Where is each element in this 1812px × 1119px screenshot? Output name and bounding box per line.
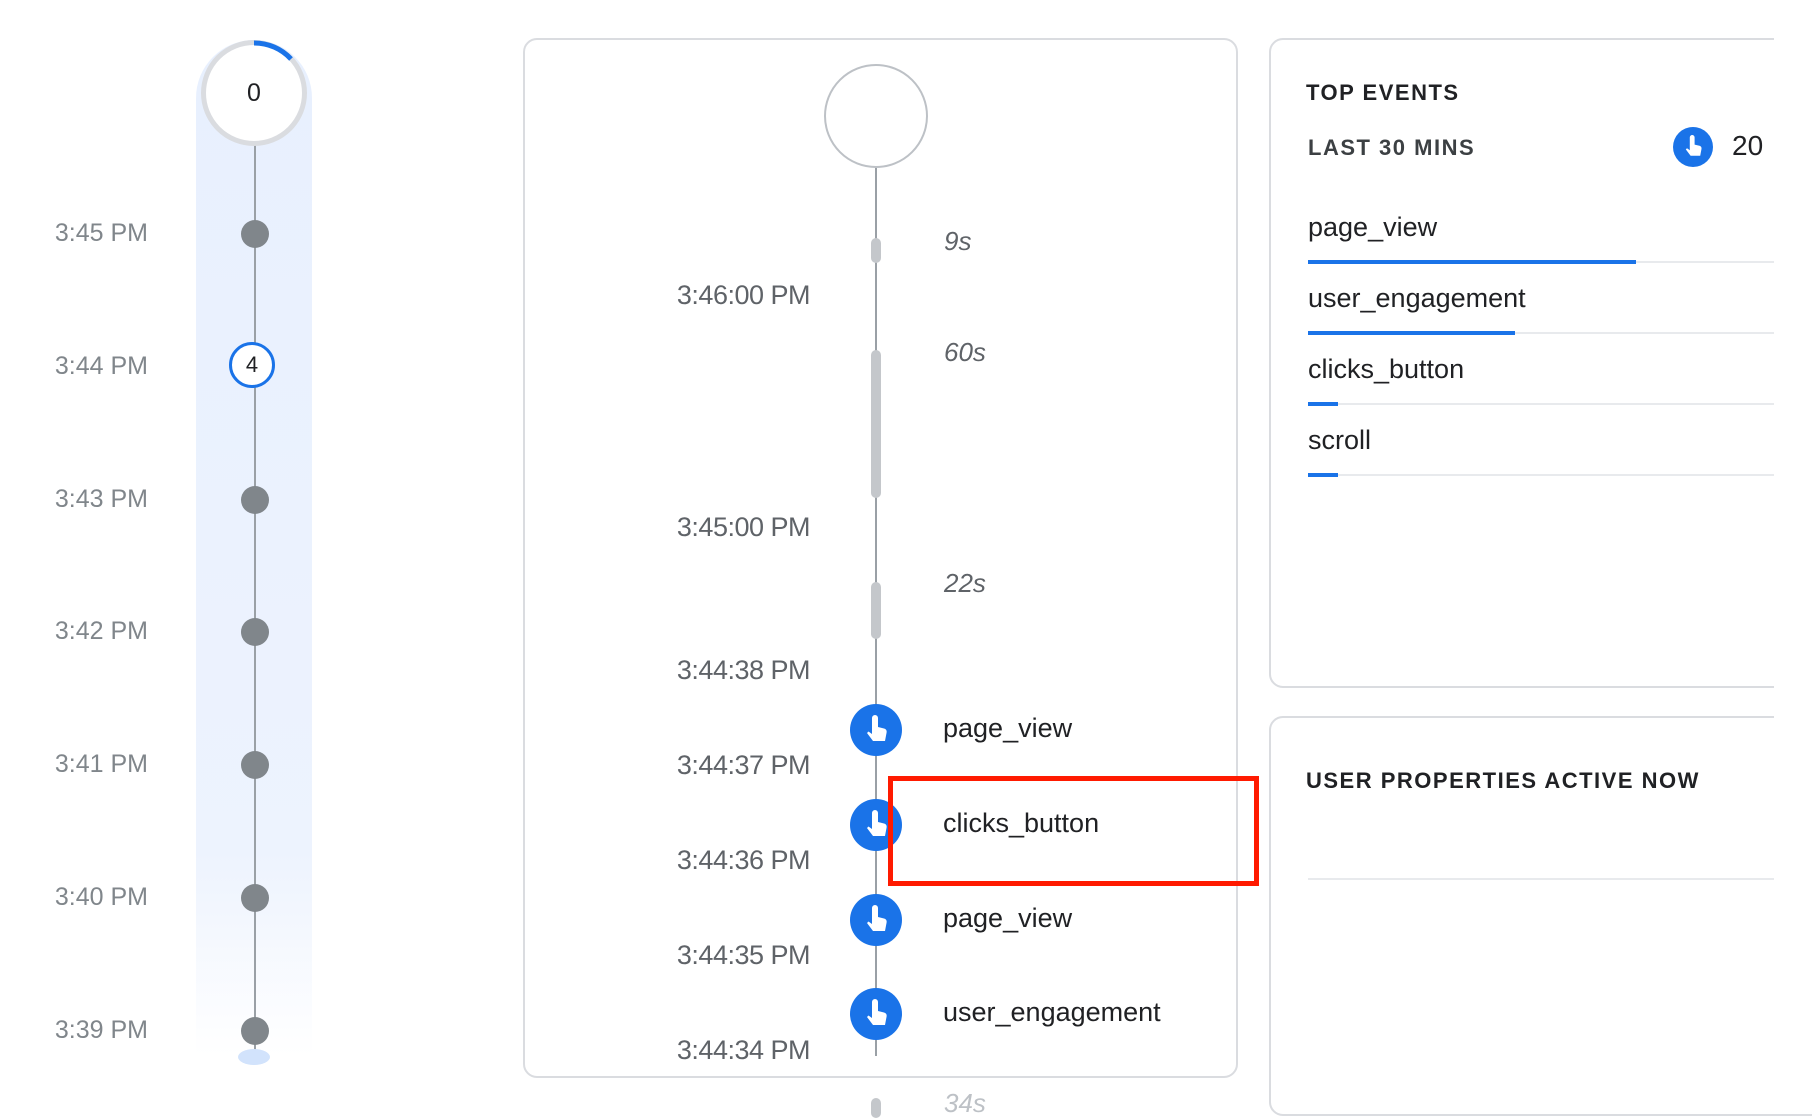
top-event-bar: [1308, 473, 1339, 477]
time-gap-label: 34s: [944, 1088, 986, 1118]
minute-dot[interactable]: [241, 618, 269, 646]
top-event-name: page_view: [1308, 212, 1438, 242]
minute-label: 3:43 PM: [54, 485, 148, 513]
event-name[interactable]: page_view: [943, 903, 1072, 934]
top-event-name: clicks_button: [1308, 354, 1465, 384]
minute-label: 3:42 PM: [54, 617, 148, 645]
time-gap-label: 60s: [944, 337, 986, 367]
user-properties-title: USER PROPERTIES ACTIVE NOW: [1306, 768, 1700, 793]
minute-label: 3:40 PM: [54, 883, 148, 911]
event-highlight-box: [888, 776, 1259, 886]
top-event-bar: [1308, 402, 1339, 406]
top-events-title: TOP EVENTS: [1306, 80, 1460, 105]
minute-count-badge[interactable]: 4: [229, 342, 275, 388]
minute-timeline-line: [254, 140, 256, 1056]
minute-label: 3:41 PM: [54, 750, 148, 778]
event-timestamp: 3:44:35 PM: [676, 940, 811, 970]
time-gap-bar: [871, 1098, 881, 1118]
event-icon[interactable]: [850, 894, 902, 946]
event-name[interactable]: page_view: [943, 713, 1072, 744]
time-gap-bar: [871, 238, 881, 263]
touch-icon: [1685, 135, 1702, 156]
event-icon[interactable]: [850, 988, 902, 1040]
minute-dot[interactable]: [241, 220, 269, 248]
minute-dot[interactable]: [241, 884, 269, 912]
event-icon[interactable]: [850, 704, 902, 756]
event-timestamp: 3:44:36 PM: [676, 845, 811, 875]
time-gap-label: 9s: [944, 226, 972, 256]
time-gap-label: 22s: [944, 568, 986, 598]
minute-dot[interactable]: [241, 751, 269, 779]
event-timestamp: 3:46:00 PM: [676, 280, 811, 310]
event-total-count: 20: [1732, 130, 1764, 161]
event-timestamp: 3:44:37 PM: [676, 750, 811, 780]
top-event-name: user_engagement: [1308, 283, 1526, 313]
user-properties-divider: [1308, 878, 1812, 880]
current-minute-progress-arc: [253, 40, 293, 61]
top-event-bar: [1308, 260, 1636, 264]
top-event-baseline: [1308, 474, 1812, 476]
event-name[interactable]: user_engagement: [943, 997, 1161, 1028]
minute-label: 3:39 PM: [54, 1016, 148, 1044]
top-event-baseline: [1308, 403, 1812, 405]
minute-count: 4: [245, 352, 259, 377]
event-timestamp: 3:45:00 PM: [676, 512, 811, 542]
minute-dot[interactable]: [241, 1017, 269, 1045]
time-gap-bar: [871, 350, 881, 498]
event-timestamp: 3:44:34 PM: [676, 1035, 811, 1065]
touch-icon: [867, 999, 887, 1025]
minute-dot-partial: [238, 1049, 270, 1065]
event-timestamp: 3:44:38 PM: [676, 655, 811, 685]
touch-icon: [867, 810, 887, 836]
minute-label: 3:44 PM: [54, 352, 148, 380]
top-events-period: LAST 30 MINS: [1308, 135, 1476, 160]
top-event-name: scroll: [1308, 425, 1372, 455]
minute-label: 3:45 PM: [54, 219, 148, 247]
top-event-bar: [1308, 331, 1515, 335]
minute-dot[interactable]: [241, 486, 269, 514]
touch-icon: [867, 715, 887, 741]
time-gap-bar: [871, 582, 881, 639]
event-count-icon: [1673, 127, 1713, 167]
right-edge-mask: [1774, 0, 1812, 1056]
event-stream-start-circle: [824, 64, 928, 168]
touch-icon: [867, 905, 887, 931]
